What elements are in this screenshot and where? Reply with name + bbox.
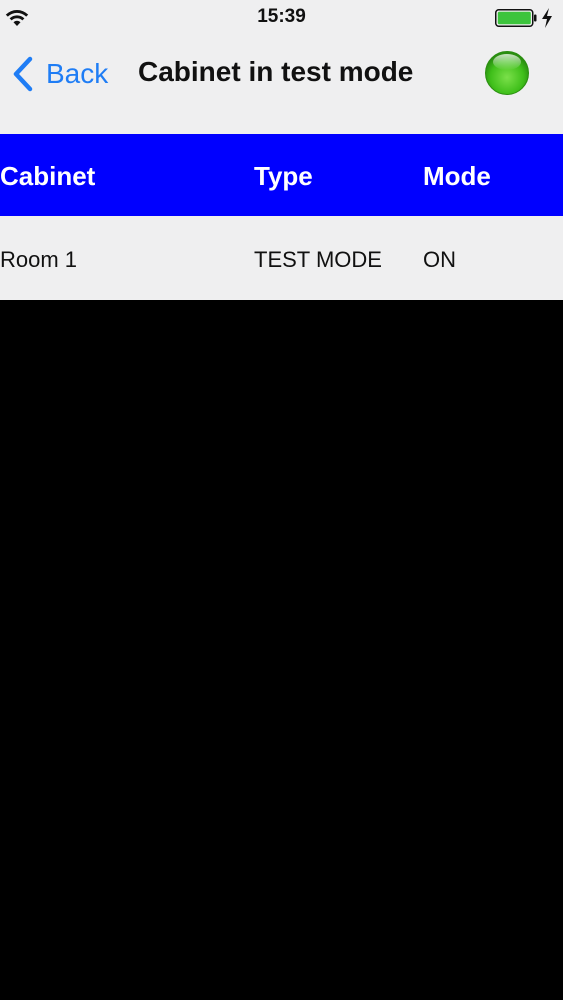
column-header-mode: Mode: [423, 161, 491, 191]
column-header-cabinet: Cabinet: [0, 161, 96, 191]
table-header: Cabinet Type Mode: [0, 134, 563, 216]
column-header-type: Type: [254, 161, 313, 191]
navigation-bar: Back Cabinet in test mode: [0, 40, 563, 134]
table-row[interactable]: Room 1 TEST MODE ON: [0, 216, 563, 300]
page-title: Cabinet in test mode: [138, 56, 414, 87]
back-label: Back: [46, 58, 109, 89]
status-time: 15:39: [257, 6, 306, 27]
cell-type: TEST MODE: [254, 247, 382, 272]
status-bar: 15:39: [0, 0, 563, 40]
cell-cabinet: Room 1: [0, 247, 78, 272]
status-indicator-icon: [485, 51, 529, 95]
battery-icon: [495, 9, 537, 27]
cell-mode: ON: [423, 247, 456, 272]
chevron-left-icon: [13, 56, 33, 92]
charging-bolt-icon: [542, 8, 552, 28]
back-button[interactable]: Back: [10, 54, 108, 94]
screen: 15:39 Back Cabinet in test mode Cabinet …: [0, 0, 563, 1000]
